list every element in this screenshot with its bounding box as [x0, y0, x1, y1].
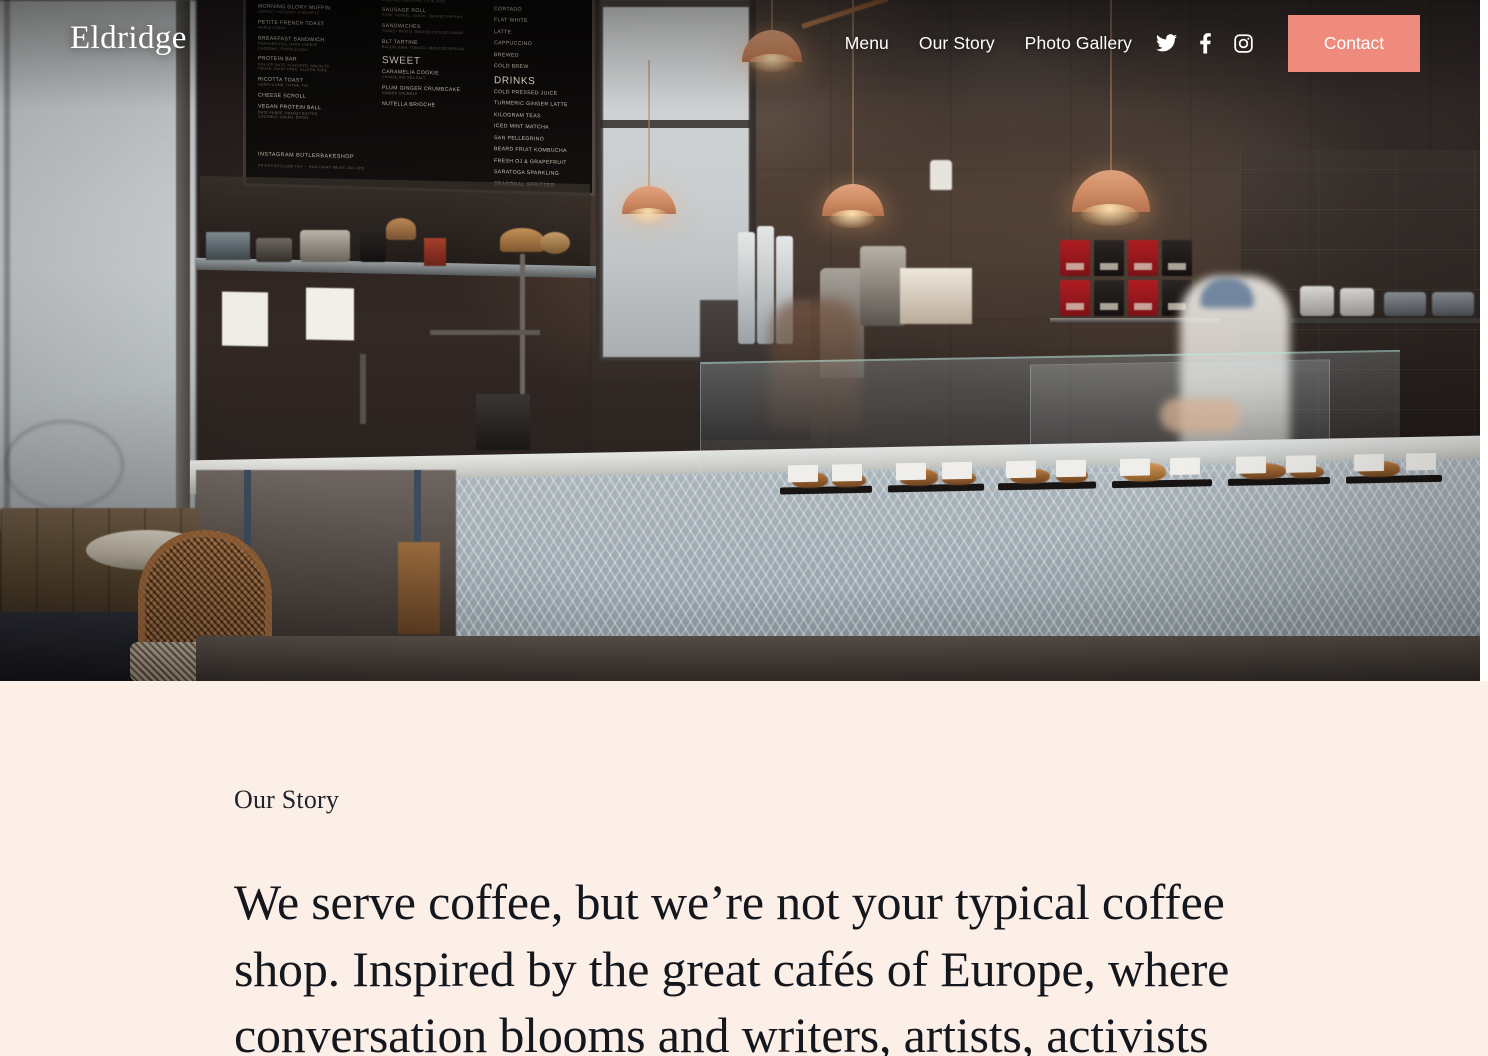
menu-board-item: Kilogram Teas: [494, 111, 541, 119]
twitter-icon[interactable]: [1156, 34, 1177, 52]
nav-link-menu[interactable]: Menu: [845, 33, 889, 54]
packaged-goods: [900, 268, 972, 324]
instagram-icon[interactable]: [1233, 33, 1254, 54]
contact-button[interactable]: Contact: [1288, 14, 1420, 72]
site-logo[interactable]: Eldridge: [70, 20, 187, 57]
menu-board-item: Iced Mint Matcha: [494, 123, 549, 131]
pipe: [360, 354, 366, 424]
menu-board-item: Nutella Brioche: [382, 100, 436, 109]
menu-board-fine-print: Prices Exclude Tax — Non Dairy Milks .50…: [258, 163, 365, 171]
equipment-box: [476, 394, 530, 450]
wall-notice: [222, 291, 268, 347]
shelf-container: [256, 238, 292, 262]
stacked-bowls: [1300, 286, 1334, 316]
coffee-bag-small: [424, 238, 446, 266]
wooden-block: [398, 542, 440, 634]
stacked-bowls: [1384, 292, 1426, 316]
pipe: [430, 330, 540, 335]
nav-link-our-story[interactable]: Our Story: [919, 33, 995, 54]
nav-right-group: Menu Our Story Photo Gallery Contact: [845, 14, 1420, 72]
pipe: [520, 254, 525, 404]
copper-vessel: [540, 232, 570, 254]
section-eyebrow: Our Story: [234, 785, 340, 814]
nav-link-photo-gallery[interactable]: Photo Gallery: [1025, 33, 1132, 54]
our-story-paragraph: We serve coffee, but we’re not your typi…: [234, 874, 1230, 1056]
shelf-container: [300, 230, 350, 262]
menu-board-item: Cold Pressed Juice: [494, 88, 558, 97]
copper-vessel: [386, 218, 416, 240]
shelf-container: [206, 232, 250, 260]
page-root: EmpanadaBeef, Olive, Arepa & Chimichurri…: [0, 0, 1488, 1056]
menu-board-item: Plum Ginger Crumbcake Ginger Crumble: [382, 84, 461, 97]
menu-board-item: Saratoga Sparkling: [494, 169, 560, 177]
menu-board-instagram-handle: Instagram Butlerbakeshop: [258, 151, 355, 161]
menu-board-item: San Pellegrino: [494, 134, 545, 142]
retail-coffee-bags: [1060, 240, 1200, 320]
social-links: [1156, 32, 1254, 54]
hero-banner: EmpanadaBeef, Olive, Arepa & Chimichurri…: [0, 0, 1480, 681]
dish-shelf: [1290, 318, 1480, 323]
menu-board-item: Fresh OJ & Grapefruit: [494, 157, 567, 166]
rattan-chair-back: [138, 530, 272, 650]
copper-vessel: [500, 228, 544, 252]
hero-photo: EmpanadaBeef, Olive, Arepa & Chimichurri…: [0, 0, 1480, 681]
menu-board-item: Turmeric Ginger Latte: [494, 100, 568, 109]
wall-notice: [306, 287, 354, 341]
white-jar: [930, 160, 952, 190]
menu-board-item: Beard Fruit Kombucha: [494, 146, 567, 155]
our-story-section: Our Story We serve coffee, but we’re not…: [0, 681, 1488, 1056]
our-story-content: Our Story We serve coffee, but we’re not…: [234, 785, 1244, 1056]
facebook-icon[interactable]: [1199, 32, 1211, 54]
menu-board-item: Vegan Protein Ball Date Puree, Peanut But…: [258, 103, 322, 121]
stacked-bowls: [1340, 288, 1374, 316]
shelf-container: [360, 226, 386, 262]
floor: [196, 636, 1480, 681]
page-right-margin: [1480, 0, 1488, 681]
stacked-bowls: [1432, 292, 1474, 316]
menu-board-item: Cheese Scroll: [258, 92, 307, 100]
bicycle-outside: [4, 420, 124, 510]
main-navigation: Eldridge Menu Our Story Photo Gallery Co…: [0, 0, 1480, 86]
